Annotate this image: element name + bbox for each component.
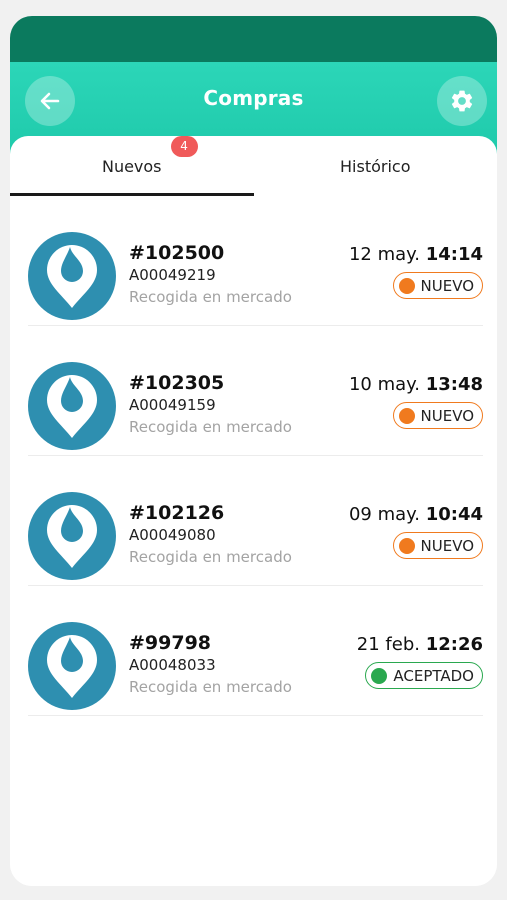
orders-list: #102500 A00049219 Recogida en mercado 12… — [10, 196, 497, 716]
page-title: Compras — [203, 86, 304, 110]
order-type: Recogida en mercado — [129, 678, 292, 696]
order-item[interactable]: #102500 A00049219 Recogida en mercado 12… — [28, 196, 483, 326]
order-date-day: 09 may. — [348, 504, 420, 525]
tab-nuevos-wrap: Nuevos 4 — [101, 135, 198, 176]
order-date: 10 may. 13:48 — [349, 374, 483, 395]
status-badge: NUEVO — [392, 532, 483, 559]
status-label: NUEVO — [420, 276, 474, 295]
location-pin-logo-icon — [28, 622, 116, 710]
order-item[interactable]: #102305 A00049159 Recogida en mercado 10… — [28, 326, 483, 456]
tab-historico[interactable]: Histórico — [254, 136, 498, 196]
tab-historico-label: Histórico — [340, 156, 411, 176]
order-number: #102500 — [129, 242, 225, 264]
status-dot-icon — [398, 407, 415, 424]
order-item[interactable]: #102126 A00049080 Recogida en mercado 09… — [28, 456, 483, 586]
status-dot-icon — [398, 277, 415, 294]
order-code: A00049159 — [129, 396, 216, 414]
tab-bar: Nuevos 4 Histórico — [10, 135, 498, 196]
order-date-time: 12:26 — [425, 634, 483, 655]
order-date-day: 12 may. — [348, 244, 420, 265]
status-bar — [10, 16, 497, 62]
order-date-time: 13:48 — [425, 374, 483, 395]
status-label: NUEVO — [420, 536, 474, 555]
status-badge: NUEVO — [392, 402, 483, 429]
order-date: 09 may. 10:44 — [349, 504, 483, 525]
order-type: Recogida en mercado — [129, 288, 292, 306]
content-panel: Nuevos 4 Histórico #102500 A00049219 Rec… — [10, 135, 498, 886]
order-type: Recogida en mercado — [129, 548, 292, 566]
order-number: #99798 — [129, 632, 212, 654]
tab-nuevos-label: Nuevos — [101, 156, 162, 176]
tab-nuevos[interactable]: Nuevos 4 — [10, 135, 254, 196]
order-date-time: 14:14 — [425, 244, 483, 265]
order-code: A00049080 — [129, 526, 216, 544]
location-pin-logo-icon — [28, 492, 116, 580]
settings-button[interactable] — [437, 76, 487, 126]
order-type: Recogida en mercado — [129, 418, 292, 436]
location-pin-logo-icon — [28, 362, 116, 450]
gear-icon — [451, 90, 473, 112]
order-date-day: 10 may. — [348, 374, 420, 395]
status-label: NUEVO — [420, 406, 474, 425]
status-dot-icon — [398, 537, 415, 554]
order-number: #102126 — [129, 502, 225, 524]
order-date: 12 may. 14:14 — [349, 244, 483, 265]
location-pin-logo-icon — [28, 232, 116, 320]
app-frame: Compras Nuevos 4 Histórico #102500 A0004… — [10, 16, 497, 886]
status-badge: NUEVO — [392, 272, 483, 299]
order-date-time: 10:44 — [425, 504, 483, 525]
order-date: 21 feb. 12:26 — [357, 634, 483, 655]
status-dot-icon — [371, 667, 388, 684]
status-badge: ACEPTADO — [365, 662, 483, 689]
order-item[interactable]: #99798 A00048033 Recogida en mercado 21 … — [28, 586, 483, 716]
order-date-day: 21 feb. — [356, 634, 420, 655]
new-count-badge: 4 — [170, 135, 198, 157]
order-code: A00049219 — [129, 266, 216, 284]
order-code: A00048033 — [129, 656, 216, 674]
status-label: ACEPTADO — [393, 666, 474, 685]
order-number: #102305 — [129, 372, 225, 394]
